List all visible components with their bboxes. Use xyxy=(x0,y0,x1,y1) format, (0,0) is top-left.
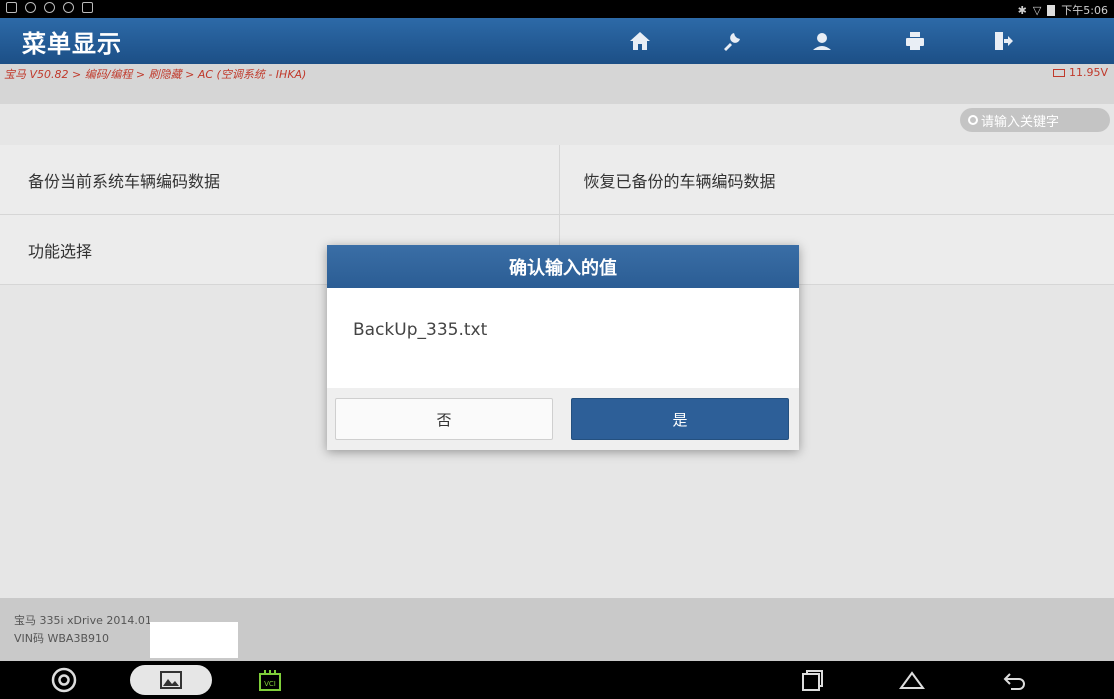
vci-button[interactable]: VCI xyxy=(250,665,290,695)
navigation-bar: VCI xyxy=(0,661,1114,699)
vci-icon: VCI xyxy=(259,670,281,691)
home-nav-button[interactable] xyxy=(892,665,932,695)
screenshot-button[interactable] xyxy=(130,665,212,695)
dialog-title: 确认输入的值 xyxy=(327,245,799,288)
browser-icon xyxy=(51,667,77,693)
back-button[interactable] xyxy=(995,665,1035,695)
svg-text:VCI: VCI xyxy=(264,680,276,688)
dialog-value: BackUp_335.txt xyxy=(353,320,488,340)
home-outline-icon xyxy=(899,671,925,689)
browser-button[interactable] xyxy=(42,665,86,695)
no-button[interactable]: 否 xyxy=(335,398,553,440)
screen: ✱ ▽ 下午5:06 菜单显示 宝马 V50.82 > 编码/编程 > 刷隐藏 … xyxy=(0,0,1114,699)
back-arrow-icon xyxy=(1003,673,1025,690)
confirm-dialog: 确认输入的值 BackUp_335.txt 否 是 xyxy=(327,245,799,450)
dialog-body: BackUp_335.txt xyxy=(327,288,799,388)
dialog-actions: 否 是 xyxy=(327,388,799,450)
recent-apps-icon xyxy=(802,670,823,691)
yes-button[interactable]: 是 xyxy=(571,398,789,440)
gallery-icon xyxy=(160,671,182,689)
recent-apps-button[interactable] xyxy=(792,665,832,695)
